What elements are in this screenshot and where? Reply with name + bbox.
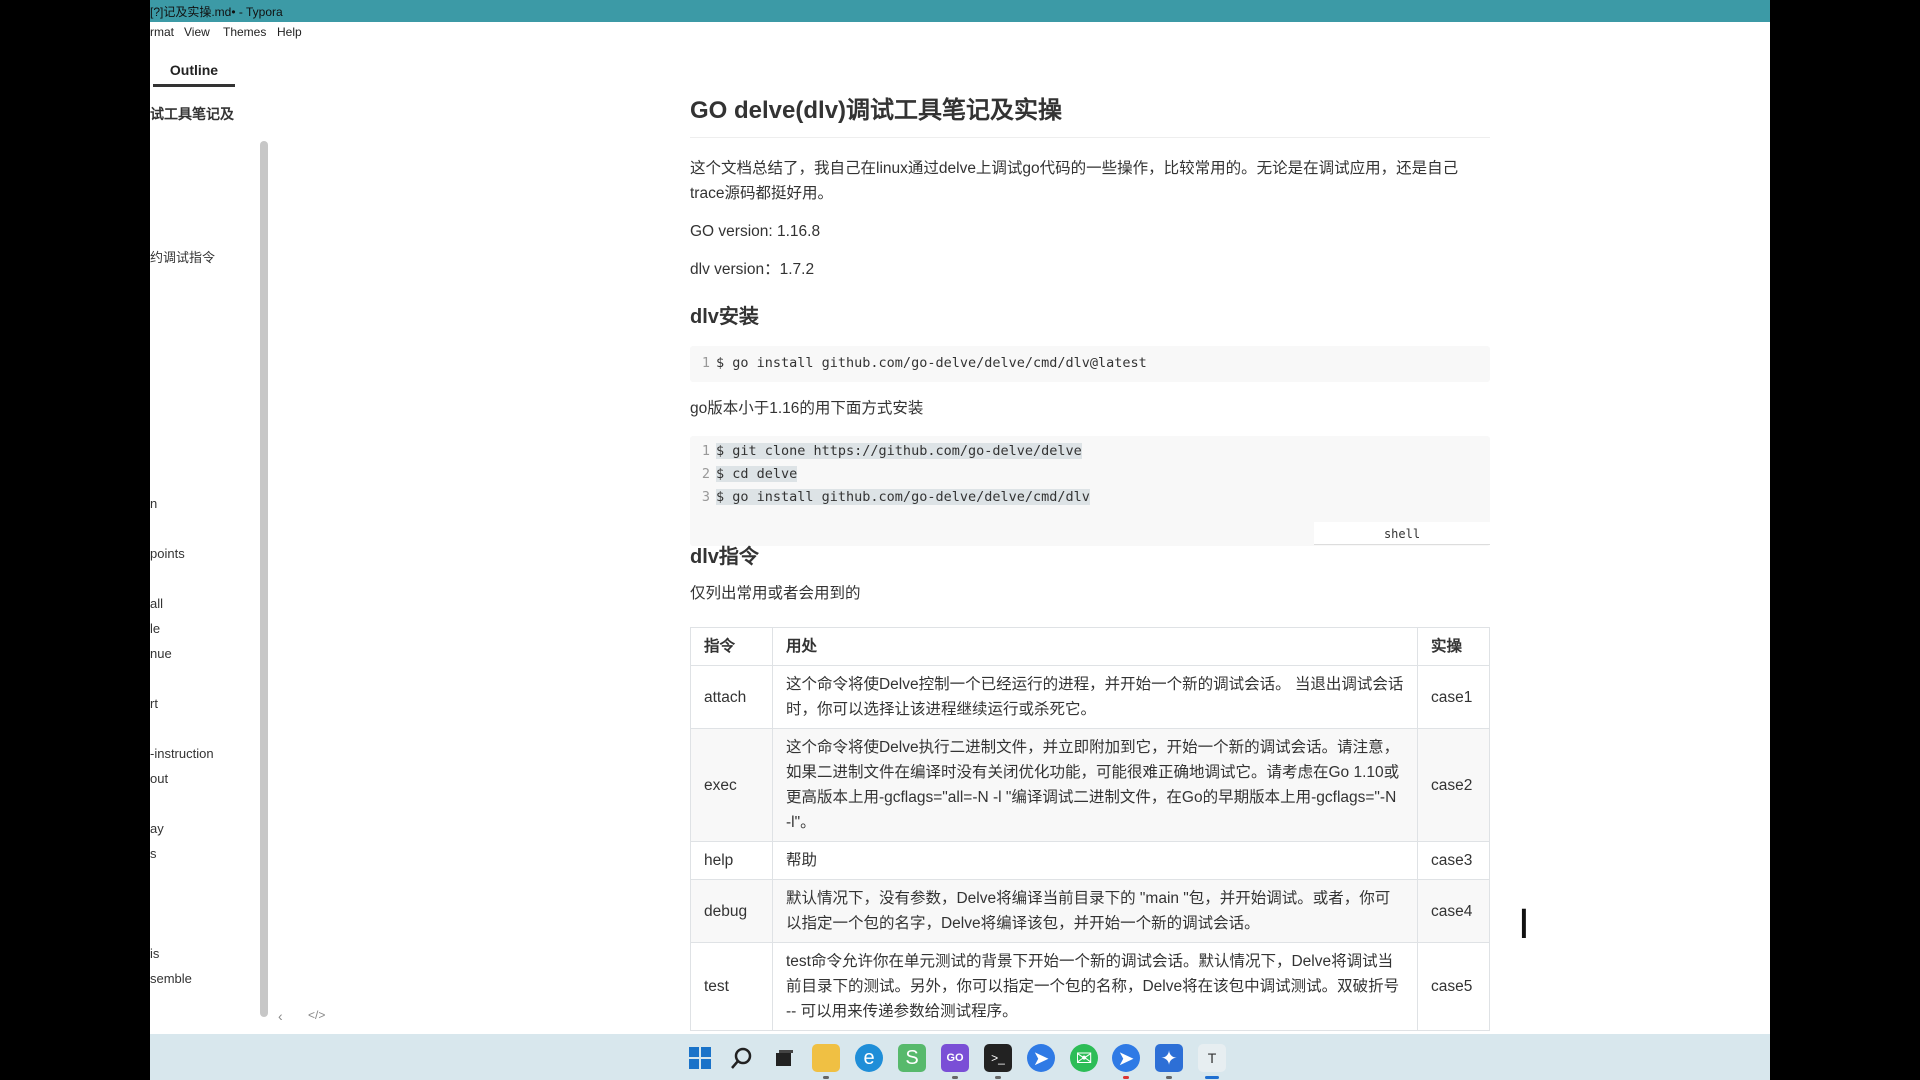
network-icon[interactable]: ✦ [1155, 1044, 1183, 1079]
outline-item[interactable]: le [150, 621, 160, 636]
cmd-note: 仅列出常用或者会用到的 [690, 585, 861, 602]
search-icon[interactable] [728, 1044, 756, 1072]
code-line: 1 $ go install github.com/go-delve/delve/… [701, 355, 1147, 371]
code-block-install[interactable]: 1 $ go install github.com/go-delve/delve/… [690, 346, 1490, 382]
dlv-version: dlv version：1.7.2 [690, 261, 815, 278]
table-header-cell: 指令 [690, 627, 773, 666]
outline-item[interactable]: is [150, 946, 159, 961]
table-cell: debug [690, 879, 773, 943]
windows-start-icon[interactable] [686, 1044, 714, 1072]
edge-icon[interactable]: e [855, 1044, 883, 1072]
outline-item[interactable]: n [150, 496, 157, 511]
file-explorer-icon[interactable] [812, 1044, 840, 1079]
code-line: 2 $ cd delve [701, 466, 798, 482]
outline-item[interactable]: rt [150, 696, 158, 711]
table-cell: case4 [1416, 879, 1491, 943]
outline-item[interactable]: 约调试指令 [150, 247, 215, 266]
typora-icon[interactable]: T [1198, 1044, 1226, 1079]
table-cell: case3 [1416, 841, 1491, 880]
table-header-cell: 用处 [771, 627, 1418, 666]
menu-view[interactable]: View [184, 25, 210, 39]
terminal-icon[interactable]: >_ [984, 1044, 1012, 1079]
outline-item[interactable]: 试工具笔记及 [150, 104, 234, 124]
window-title: [?]记及实操.md• - Typora [150, 5, 283, 19]
table-cell: test [690, 942, 773, 1031]
windows-taskbar: e S GO >_ ➤ ✉ ➤ ✦ T [150, 1034, 1770, 1080]
tab-outline[interactable]: Outline [153, 62, 235, 87]
table-cell: 帮助 [771, 841, 1418, 880]
menu-bar: rmat View Themes Help [150, 22, 1770, 44]
table-cell: 这个命令将使Delve执行二进制文件，并立即附加到它，开始一个新的调试会话。请注… [771, 728, 1418, 842]
table-cell: case1 [1416, 665, 1491, 729]
outline-item[interactable]: semble [150, 971, 192, 986]
table-cell: exec [690, 728, 773, 842]
table-row: attach 这个命令将使Delve控制一个已经运行的进程，并开始一个新的调试会… [690, 665, 1491, 729]
table-cell: test命令允许你在单元测试的背景下开始一个新的调试会话。默认情况下，Delve… [771, 942, 1418, 1031]
install-heading: dlv安装 [690, 306, 759, 328]
code-language-input[interactable]: shell [1314, 522, 1490, 545]
menu-format[interactable]: rmat [150, 25, 174, 39]
goland-icon[interactable]: GO [941, 1044, 969, 1079]
typora-window: [?]记及实操.md• - Typora rmat View Themes He… [150, 0, 1770, 1080]
outline-item[interactable]: all [150, 596, 163, 611]
dlv-command-table[interactable]: 指令 用处 实操 attach 这个命令将使Delve控制一个已经运行的进程，并… [690, 627, 1491, 1031]
table-row: test test命令允许你在单元测试的背景下开始一个新的调试会话。默认情况下，… [690, 942, 1491, 1031]
chevron-left-icon[interactable]: ‹ [278, 1008, 283, 1024]
table-cell: case2 [1416, 728, 1491, 842]
text-cursor-icon: I [1518, 902, 1530, 948]
table-cell: 这个命令将使Delve控制一个已经运行的进程，并开始一个新的调试会话。 当退出调… [771, 665, 1418, 729]
feishu-icon[interactable]: ➤ [1027, 1044, 1055, 1072]
code-line: 3 $ go install github.com/go-delve/delve/… [701, 489, 1090, 505]
vpn-icon[interactable]: ➤ [1112, 1044, 1140, 1079]
table-row: exec 这个命令将使Delve执行二进制文件，并立即附加到它，开始一个新的调试… [690, 728, 1491, 842]
code-line: 1 $ git clone https://github.com/go-delve… [701, 443, 1082, 459]
table-cell: 默认情况下，没有参数，Delve将编译当前目录下的 "main "包，并开始调试… [771, 879, 1418, 943]
table-row: help 帮助 case3 [690, 841, 1491, 880]
table-cell: help [690, 841, 773, 880]
outline-item[interactable]: -instruction [150, 746, 214, 761]
outline-sidebar: Outline 试工具笔记及 约调试指令 n points all le nue… [150, 44, 270, 1034]
sidebar-scrollbar[interactable] [260, 141, 268, 1017]
title-bar[interactable]: [?]记及实操.md• - Typora [150, 0, 1770, 22]
menu-themes[interactable]: Themes [223, 25, 266, 39]
intro-paragraph: 这个文档总结了，我自己在linux通过delve上调试go代码的一些操作，比较常… [690, 160, 1459, 202]
table-header-cell: 实操 [1416, 627, 1491, 666]
outline-item[interactable]: points [150, 546, 185, 561]
code-icon[interactable]: </> [308, 1008, 325, 1022]
go-version: GO version: 1.16.8 [690, 223, 821, 240]
outline-item[interactable]: s [150, 846, 157, 861]
outline-item[interactable]: ay [150, 821, 164, 836]
outline-item[interactable]: out [150, 771, 168, 786]
table-row: debug 默认情况下，没有参数，Delve将编译当前目录下的 "main "包… [690, 879, 1491, 943]
table-header-row: 指令 用处 实操 [690, 627, 1491, 666]
table-cell: case5 [1416, 942, 1491, 1031]
table-cell: attach [690, 665, 773, 729]
menu-help[interactable]: Help [277, 25, 302, 39]
code-block-old-install[interactable]: 1 $ git clone https://github.com/go-delve… [690, 436, 1490, 546]
wechat-icon[interactable]: ✉ [1070, 1044, 1098, 1072]
cmd-heading: dlv指令 [690, 546, 759, 568]
outline-item[interactable]: nue [150, 646, 172, 661]
old-version-note: go版本小于1.16的用下面方式安装 [690, 400, 924, 417]
app-icon[interactable]: S [898, 1044, 926, 1072]
task-view-icon[interactable] [770, 1044, 798, 1072]
document-title: GO delve(dlv)调试工具笔记及实操 [690, 90, 1490, 138]
